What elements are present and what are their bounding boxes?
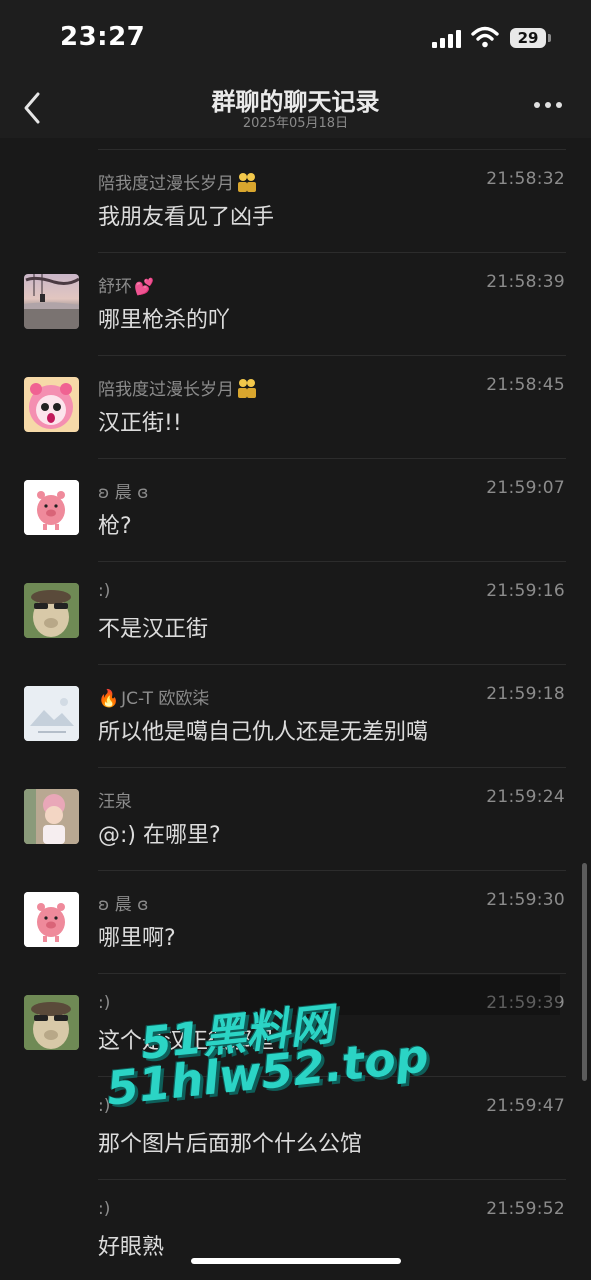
home-indicator[interactable] bbox=[191, 1258, 401, 1264]
chat-history-screen: 23:27 29 群聊的聊天记录 2025年05月18日 陪我度过漫长岁月 21… bbox=[0, 0, 591, 1280]
page-date: 2025年05月18日 bbox=[242, 116, 349, 131]
message-text: 那个图片后面那个什么公馆 bbox=[98, 1132, 363, 1157]
message-text: 哪里啊? bbox=[98, 926, 176, 951]
heart-emoji-icon: 💕 bbox=[134, 277, 154, 296]
message-time: 21:59:24 bbox=[486, 787, 565, 807]
cellular-signal-icon bbox=[432, 30, 464, 48]
message-time: 21:59:16 bbox=[486, 581, 565, 601]
couple-emoji-icon bbox=[238, 379, 256, 398]
message-text: @:) 在哪里? bbox=[98, 823, 221, 848]
message-text: 不是汉正街 bbox=[98, 617, 209, 642]
battery-tip bbox=[548, 34, 551, 42]
sender-name: ʚ 晨 ɞ bbox=[98, 483, 149, 503]
avatar[interactable] bbox=[24, 480, 79, 535]
sender-name: :) bbox=[98, 1199, 111, 1219]
scrollbar[interactable] bbox=[582, 863, 587, 1081]
message-item[interactable]: 陪我度过漫长岁月 21:58:45 汉正街!! bbox=[0, 355, 591, 458]
sender-name: ʚ 晨 ɞ bbox=[98, 895, 149, 915]
sender-name: :) bbox=[98, 581, 111, 601]
message-time: 21:59:47 bbox=[486, 1096, 565, 1116]
avatar[interactable] bbox=[24, 377, 79, 432]
battery-level: 29 bbox=[517, 29, 539, 47]
message-item[interactable]: :) 21:59:52 好眼熟 bbox=[0, 1179, 591, 1280]
message-time: 21:58:39 bbox=[486, 272, 565, 292]
avatar[interactable] bbox=[24, 789, 79, 844]
fire-emoji-icon: 🔥 bbox=[98, 689, 120, 709]
message-item[interactable]: 汪泉 21:59:24 @:) 在哪里? bbox=[0, 767, 591, 870]
message-text: 好眼熟 bbox=[98, 1235, 165, 1260]
sender-name: 陪我度过漫长岁月 bbox=[98, 375, 258, 400]
sender-name: 汪泉 bbox=[98, 792, 132, 812]
message-item[interactable]: ʚ 晨 ɞ 21:59:07 枪? bbox=[0, 458, 591, 561]
avatar[interactable] bbox=[24, 892, 79, 947]
sender-name: 🔥 JC-T 欧欧柒 bbox=[98, 689, 210, 709]
couple-emoji-icon bbox=[238, 173, 256, 192]
message-item[interactable]: 🔥 JC-T 欧欧柒 21:59:18 所以他是噶自己仇人还是无差别噶 bbox=[0, 664, 591, 767]
message-time: 21:59:07 bbox=[486, 478, 565, 498]
message-text: 我朋友看见了凶手 bbox=[98, 205, 275, 230]
message-text: 所以他是噶自己仇人还是无差别噶 bbox=[98, 720, 429, 745]
message-text: 枪? bbox=[98, 514, 132, 539]
message-item[interactable]: 舒环 💕 21:58:39 哪里枪杀的吖 bbox=[0, 252, 591, 355]
message-item[interactable]: ʚ 晨 ɞ 21:59:30 哪里啊? bbox=[0, 870, 591, 973]
message-time: 21:59:18 bbox=[486, 684, 565, 704]
nav-bar: 群聊的聊天记录 2025年05月18日 bbox=[0, 78, 591, 138]
sender-name: :) bbox=[98, 993, 111, 1013]
more-options-icon[interactable] bbox=[532, 100, 564, 112]
message-text: 汉正街!! bbox=[98, 411, 182, 436]
message-text: 哪里枪杀的吖 bbox=[98, 308, 231, 333]
message-time: 21:58:45 bbox=[486, 375, 565, 395]
avatar[interactable] bbox=[24, 686, 79, 741]
message-time: 21:59:52 bbox=[486, 1199, 565, 1219]
battery-icon: 29 bbox=[510, 28, 546, 48]
avatar[interactable] bbox=[24, 995, 79, 1050]
message-time: 21:59:30 bbox=[486, 890, 565, 910]
status-time: 23:27 bbox=[60, 22, 146, 52]
status-bar: 23:27 29 bbox=[0, 0, 591, 78]
avatar[interactable] bbox=[24, 274, 79, 329]
sender-name: 舒环 💕 bbox=[98, 277, 154, 297]
sender-name: 陪我度过漫长岁月 bbox=[98, 169, 258, 194]
message-time: 21:58:32 bbox=[486, 169, 565, 189]
wifi-icon bbox=[471, 26, 499, 48]
message-item[interactable]: 陪我度过漫长岁月 21:58:32 我朋友看见了凶手 bbox=[0, 149, 591, 252]
message-item[interactable]: :) 21:59:16 不是汉正街 bbox=[0, 561, 591, 664]
avatar[interactable] bbox=[24, 583, 79, 638]
